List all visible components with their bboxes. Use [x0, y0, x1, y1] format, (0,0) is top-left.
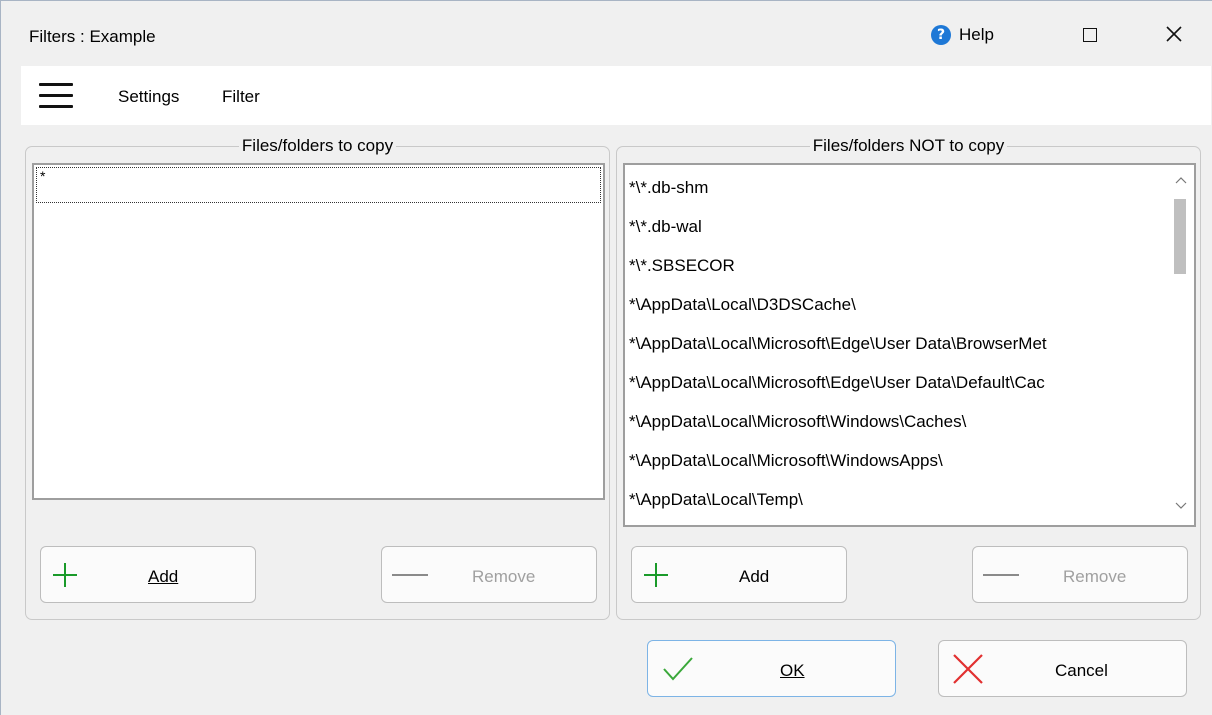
cancel-button[interactable]: Cancel: [938, 640, 1187, 697]
list-item[interactable]: *\AppData\Local\Microsoft\Edge\User Data…: [629, 334, 1047, 354]
x-icon: [953, 654, 983, 684]
exclude-group-legend: Files/folders NOT to copy: [809, 136, 1008, 155]
close-icon: [1166, 26, 1182, 42]
hamburger-menu-icon[interactable]: [39, 83, 73, 109]
menu-settings[interactable]: Settings: [118, 87, 179, 107]
exclude-remove-label: Remove: [1063, 567, 1127, 586]
scroll-down-icon[interactable]: [1175, 501, 1187, 511]
list-item[interactable]: *\*.db-shm: [629, 178, 708, 198]
exclude-add-button[interactable]: Add: [631, 546, 847, 603]
scroll-up-icon[interactable]: [1175, 175, 1187, 185]
exclude-group: Files/folders NOT to copy *\*.db-shm *\*…: [616, 136, 1201, 620]
vertical-scrollbar[interactable]: [1170, 165, 1194, 525]
include-remove-label: Remove: [472, 567, 536, 586]
list-item[interactable]: *\AppData\Local\Microsoft\Windows\Caches…: [629, 412, 966, 432]
include-add-label: Add: [148, 567, 179, 586]
list-item[interactable]: *\AppData\Local\Microsoft\WindowsApps\: [629, 451, 943, 471]
maximize-button[interactable]: [1083, 28, 1097, 42]
exclude-add-label: Add: [739, 567, 770, 586]
scroll-thumb[interactable]: [1174, 199, 1186, 274]
list-item[interactable]: *\AppData\Local\Microsoft\Edge\User Data…: [629, 373, 1045, 393]
list-item[interactable]: *\*.db-wal: [629, 217, 702, 237]
include-add-button[interactable]: Add: [40, 546, 256, 603]
include-group: Files/folders to copy * Add Remove: [25, 136, 610, 620]
minus-icon: [392, 574, 428, 576]
cancel-label: Cancel: [1055, 661, 1108, 680]
plus-icon: [53, 563, 77, 587]
help-label: Help: [959, 25, 994, 44]
title-bar: Filters : Example ? Help: [1, 1, 1212, 65]
help-icon: ?: [931, 25, 951, 45]
filters-dialog: Filters : Example ? Help Settings Filter…: [0, 0, 1212, 715]
list-item[interactable]: *\*.SBSECOR: [629, 256, 735, 276]
ok-label: OK: [780, 661, 805, 680]
include-list[interactable]: *: [32, 163, 605, 500]
ok-button[interactable]: OK: [647, 640, 896, 697]
close-button[interactable]: [1159, 19, 1189, 49]
minus-icon: [983, 574, 1019, 576]
exclude-list[interactable]: *\*.db-shm *\*.db-wal *\*.SBSECOR *\AppD…: [623, 163, 1196, 527]
list-item[interactable]: *\AppData\Local\Temp\: [629, 490, 803, 510]
plus-icon: [644, 563, 668, 587]
window-title: Filters : Example: [29, 27, 156, 46]
list-item[interactable]: *: [36, 167, 601, 203]
menu-filter[interactable]: Filter: [222, 87, 260, 107]
list-item[interactable]: *\AppData\Local\D3DSCache\: [629, 295, 856, 315]
exclude-remove-button[interactable]: Remove: [972, 546, 1188, 603]
include-group-legend: Files/folders to copy: [238, 136, 397, 155]
help-button[interactable]: ? Help: [931, 25, 994, 45]
include-remove-button[interactable]: Remove: [381, 546, 597, 603]
menu-bar: Settings Filter: [21, 66, 1211, 125]
checkmark-icon: [663, 657, 693, 681]
